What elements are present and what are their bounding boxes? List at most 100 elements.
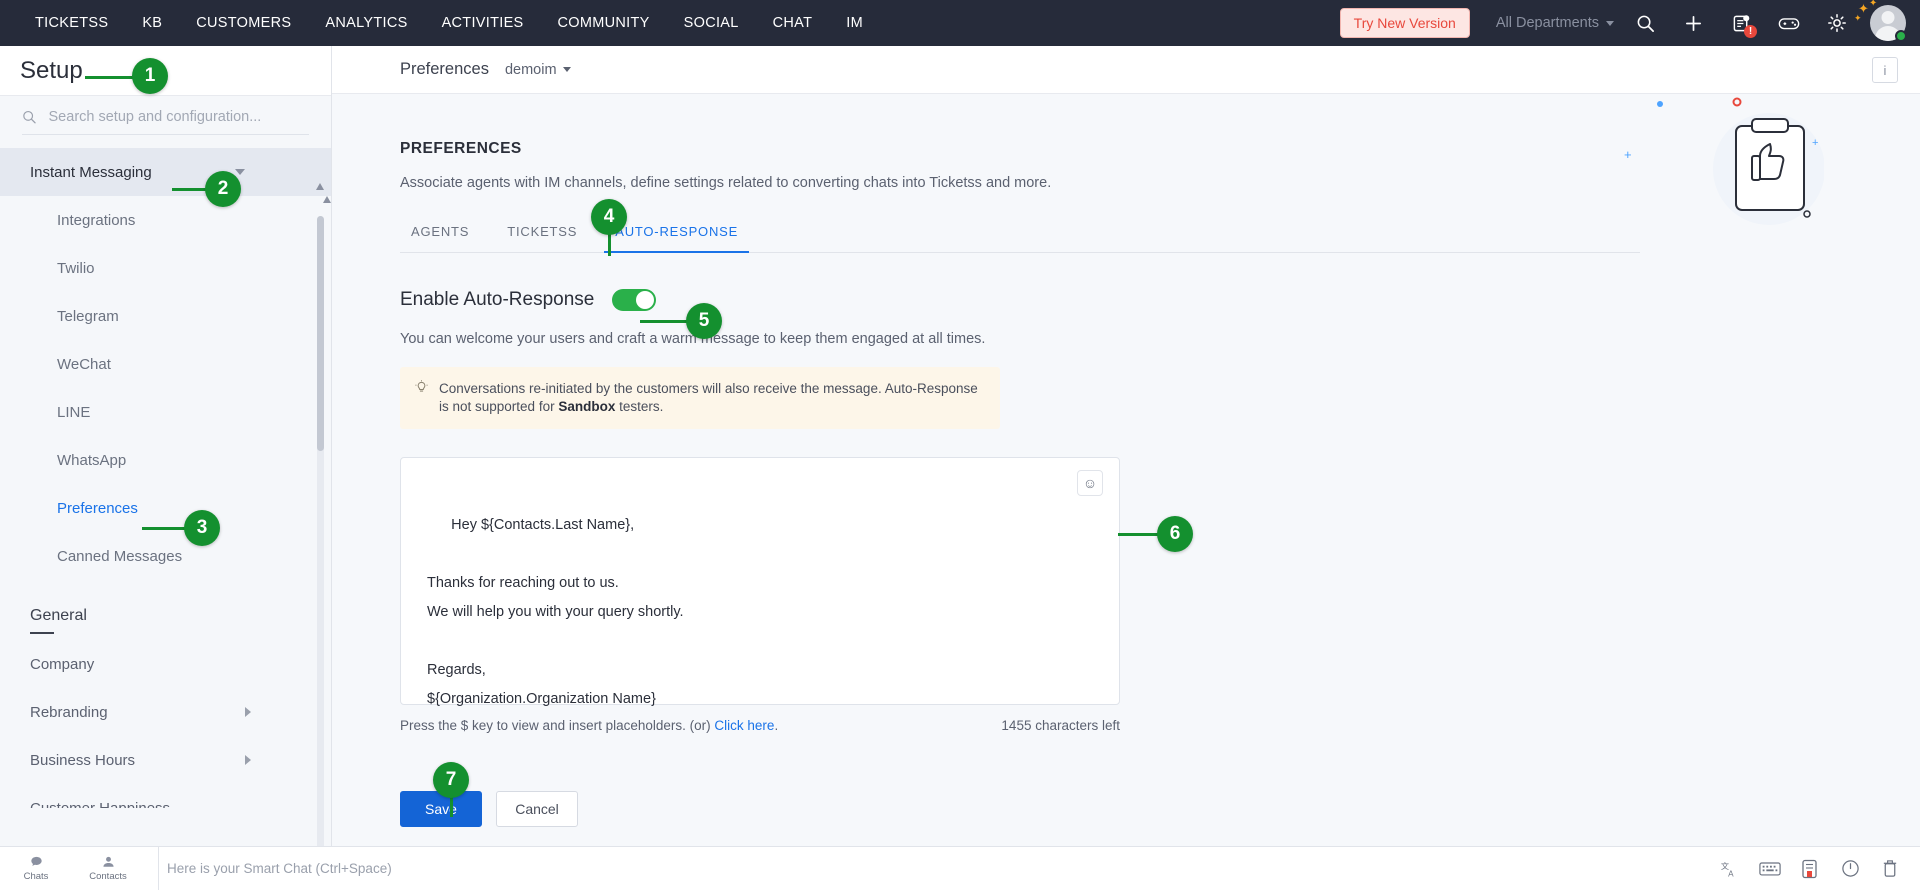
message-body-text: Hey ${Contacts.Last Name}, Thanks for re… xyxy=(427,517,684,707)
tab-agents[interactable]: AGENTS xyxy=(400,224,480,252)
toggle-knob xyxy=(636,291,654,309)
sidebar-item-label: Integrations xyxy=(57,212,135,229)
emoji-picker-button[interactable]: ☺ xyxy=(1077,470,1103,496)
notice-text-part1: Conversations re-initiated by the custom… xyxy=(439,381,978,414)
breadcrumb-title: Preferences xyxy=(400,60,489,79)
callout-marker-1: 1 xyxy=(132,58,168,94)
setup-sidebar: Setup Instant Messaging Integrations Twi… xyxy=(0,46,332,846)
save-button[interactable]: Save xyxy=(400,791,482,827)
search-icon[interactable] xyxy=(1628,6,1662,40)
preferences-panel: PREFERENCES Associate agents with IM cha… xyxy=(332,94,1920,827)
callout-marker-6: 6 xyxy=(1157,516,1193,552)
bottom-tab-chats[interactable]: Chats xyxy=(0,847,72,890)
online-status-dot xyxy=(1895,30,1907,42)
notice-text-part2: testers. xyxy=(615,399,663,414)
sidebar-scroll-up-arrow[interactable] xyxy=(315,179,325,189)
auto-response-message-editor[interactable]: Hey ${Contacts.Last Name}, Thanks for re… xyxy=(400,457,1120,705)
timer-icon[interactable] xyxy=(1830,847,1870,890)
breadcrumb: Preferences demoim i xyxy=(332,46,1920,94)
info-notice-banner: Conversations re-initiated by the custom… xyxy=(400,367,1000,429)
smart-chat-input[interactable] xyxy=(167,861,867,876)
tab-bar: AGENTS TICKETSS AUTO-RESPONSE xyxy=(400,224,1640,253)
feed-icon[interactable]: ! xyxy=(1724,6,1758,40)
sidebar-item-integrations[interactable]: Integrations xyxy=(0,196,331,244)
sidebar-item-label: Telegram xyxy=(57,308,119,325)
breadcrumb-portal-dropdown[interactable]: demoim xyxy=(505,62,571,78)
enable-auto-response-toggle[interactable] xyxy=(612,289,656,311)
click-here-link[interactable]: Click here xyxy=(714,718,774,733)
form-action-buttons: Save Cancel xyxy=(400,791,1920,827)
sidebar-item-customer-happiness[interactable]: Customer Happiness xyxy=(0,784,331,808)
sidebar-item-line[interactable]: LINE xyxy=(0,388,331,436)
top-nav-right-cluster: Try New Version All Departments ! ✦ ✦ ✦ xyxy=(1340,0,1920,46)
sidebar-item-label: Company xyxy=(30,656,94,673)
sidebar-search-wrap[interactable] xyxy=(22,109,309,135)
trash-icon[interactable] xyxy=(1870,847,1910,890)
tab-auto-response[interactable]: AUTO-RESPONSE xyxy=(604,224,749,252)
main-scroll-up-arrow[interactable] xyxy=(322,192,332,202)
contacts-icon xyxy=(101,855,116,870)
nav-item-customers[interactable]: CUSTOMERS xyxy=(179,0,308,46)
sidebar-item-twilio[interactable]: Twilio xyxy=(0,244,331,292)
cancel-button[interactable]: Cancel xyxy=(496,791,578,827)
nav-item-social[interactable]: SOCIAL xyxy=(667,0,756,46)
tab-ticketss[interactable]: TICKETSS xyxy=(496,224,588,252)
avatar[interactable]: ✦ ✦ ✦ xyxy=(1870,5,1906,41)
plus-icon[interactable] xyxy=(1676,6,1710,40)
bottom-bar: Chats Contacts 文A xyxy=(0,846,1920,890)
sidebar-item-label: Canned Messages xyxy=(57,548,182,565)
sidebar-item-preferences[interactable]: Preferences xyxy=(0,484,331,532)
chevron-right-icon xyxy=(245,755,251,765)
chevron-down-icon[interactable] xyxy=(235,169,245,175)
callout-marker-5: 5 xyxy=(686,303,722,339)
search-input[interactable] xyxy=(49,109,309,125)
sidebar-item-business-hours[interactable]: Business Hours xyxy=(0,736,331,784)
sidebar-item-label: Twilio xyxy=(57,260,95,277)
bottom-tab-contacts[interactable]: Contacts xyxy=(72,847,144,890)
divider xyxy=(158,847,159,890)
nav-item-kb[interactable]: KB xyxy=(125,0,179,46)
translate-icon[interactable]: 文A xyxy=(1710,847,1750,890)
sidebar-group-instant-messaging[interactable]: Instant Messaging xyxy=(0,148,331,196)
sidebar-item-company[interactable]: Company xyxy=(0,640,331,688)
auto-response-description: You can welcome your users and craft a w… xyxy=(400,331,1920,347)
nav-item-chat[interactable]: CHAT xyxy=(756,0,830,46)
chevron-down-icon xyxy=(1606,21,1614,26)
sidebar-scrollbar-thumb[interactable] xyxy=(317,216,324,451)
try-new-version-button[interactable]: Try New Version xyxy=(1340,8,1470,38)
gear-icon[interactable] xyxy=(1820,6,1854,40)
nav-item-ticketss[interactable]: TICKETSS xyxy=(18,0,125,46)
nav-item-activities[interactable]: ACTIVITIES xyxy=(425,0,541,46)
all-departments-label: All Departments xyxy=(1496,15,1599,31)
gamepad-icon[interactable] xyxy=(1772,6,1806,40)
all-departments-dropdown[interactable]: All Departments xyxy=(1496,15,1614,31)
enable-auto-response-row: Enable Auto-Response xyxy=(400,289,1920,311)
sidebar-scrollbar[interactable] xyxy=(317,216,324,881)
sidebar-group-label: Instant Messaging xyxy=(30,164,152,181)
sidebar-item-label: WeChat xyxy=(57,356,111,373)
top-nav-items: TICKETSS KB CUSTOMERS ANALYTICS ACTIVITI… xyxy=(0,0,880,46)
lightbulb-icon xyxy=(414,380,429,416)
sidebar-item-telegram[interactable]: Telegram xyxy=(0,292,331,340)
chats-icon xyxy=(29,855,44,870)
callout-marker-2: 2 xyxy=(205,171,241,207)
sidebar-item-canned-messages[interactable]: Canned Messages xyxy=(0,532,331,580)
notes-icon[interactable] xyxy=(1790,847,1830,890)
sidebar-search-row xyxy=(0,96,331,148)
editor-footer: Press the $ key to view and insert place… xyxy=(400,718,1120,733)
sidebar-item-wechat[interactable]: WeChat xyxy=(0,340,331,388)
page-title: Setup xyxy=(20,57,83,85)
notification-badge: ! xyxy=(1744,25,1757,38)
nav-item-community[interactable]: COMMUNITY xyxy=(541,0,667,46)
info-button[interactable]: i xyxy=(1872,57,1898,83)
sidebar-item-rebranding[interactable]: Rebranding xyxy=(0,688,331,736)
sidebar-item-label: Customer Happiness xyxy=(30,800,170,809)
nav-item-im[interactable]: IM xyxy=(829,0,880,46)
sidebar-item-whatsapp[interactable]: WhatsApp xyxy=(0,436,331,484)
search-icon xyxy=(22,109,37,125)
keyboard-icon[interactable] xyxy=(1750,847,1790,890)
nav-item-analytics[interactable]: ANALYTICS xyxy=(308,0,424,46)
section-description: Associate agents with IM channels, defin… xyxy=(400,175,1920,191)
bottom-tab-label: Chats xyxy=(24,871,49,882)
sidebar-nav-list: Instant Messaging Integrations Twilio Te… xyxy=(0,148,331,808)
